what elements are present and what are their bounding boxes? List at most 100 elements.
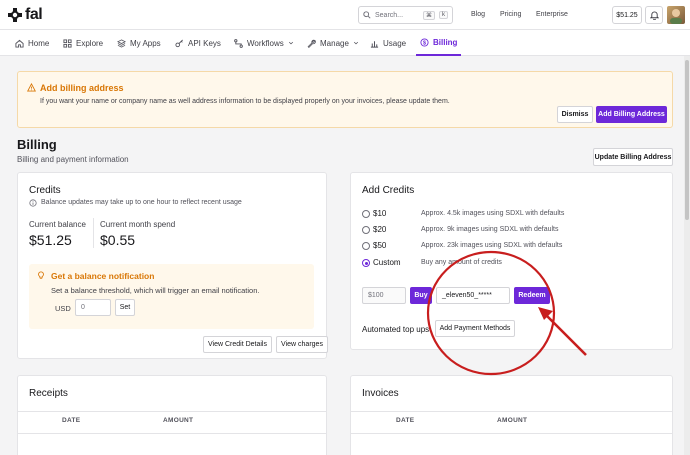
dollar-icon: $ [420,37,429,47]
option-description: Buy any amount of credits [421,259,502,266]
invoices-date-header: DATE [396,417,415,424]
set-threshold-button[interactable]: Set [115,299,135,316]
search-input[interactable]: Search... ⌘ k [358,6,453,24]
tab-home[interactable]: Home [15,30,49,56]
option-label: $50 [373,241,387,250]
tab-label: Billing [433,37,458,47]
billing-address-alert: Add billing address If you want your nam… [17,71,673,128]
month-spend-value: $0.55 [100,232,136,248]
tab-my-apps[interactable]: My Apps [117,30,161,56]
blog-link[interactable]: Blog [471,11,485,18]
alert-text: If you want your name or company name as… [40,98,450,105]
option-description: Approx. 23k images using SDXL with defau… [421,242,563,249]
main-nav: Home Explore My Apps API Keys Workflows … [0,30,690,56]
tab-usage[interactable]: Usage [370,30,406,56]
option-description: Approx. 4.5k images using SDXL with defa… [421,210,565,217]
view-charges-button[interactable]: View charges [276,336,328,353]
tab-explore[interactable]: Explore [63,30,103,56]
custom-amount-input[interactable]: $100 [362,287,406,304]
scrollbar[interactable] [684,56,690,455]
auto-topup-label: Automated top ups [362,325,430,334]
lightbulb-icon [38,271,44,279]
add-payment-methods-button[interactable]: Add Payment Methods [435,320,515,337]
kbd-k: k [439,11,448,19]
grid-icon [63,38,72,48]
notify-title: Get a balance notification [51,271,155,281]
invoices-card [350,375,673,455]
tab-label: Explore [76,38,104,48]
tab-workflows[interactable]: Workflows [234,30,294,56]
tab-label: Manage [320,38,349,48]
page-subtitle: Billing and payment information [17,155,129,164]
chevron-down-icon [353,41,358,45]
notify-text: Set a balance threshold, which will trig… [51,286,260,295]
currency-label: USD [55,304,71,313]
search-icon [363,11,371,19]
radio-button[interactable] [362,242,370,250]
logo[interactable]: fal [8,6,43,24]
credits-note: Balance updates may take up to one hour … [41,199,242,206]
redeem-button[interactable]: Redeem [514,287,550,304]
tab-billing[interactable]: $ Billing [416,30,462,56]
tab-manage[interactable]: Manage [307,30,359,56]
tab-label: Workflows [247,38,284,48]
notifications-button[interactable] [645,6,663,24]
add-billing-address-button[interactable]: Add Billing Address [596,106,667,123]
alert-title: Add billing address [40,83,124,93]
key-icon [175,39,183,47]
option-label: $20 [373,225,387,234]
credits-title: Credits [29,185,61,196]
tab-label: Home [28,38,50,48]
scrollbar-thumb[interactable] [685,60,689,220]
tab-api-keys[interactable]: API Keys [175,30,221,56]
page-title: Billing [17,137,57,152]
enterprise-link[interactable]: Enterprise [536,11,568,18]
tab-label: Usage [383,38,407,48]
radio-button[interactable] [362,210,370,218]
workflow-icon [234,38,243,48]
view-credit-details-button[interactable]: View Credit Details [203,336,272,353]
buy-button[interactable]: Buy [410,287,432,304]
info-icon [29,199,37,207]
logo-text: fal [25,6,43,23]
radio-button[interactable] [362,259,370,267]
dismiss-button[interactable]: Dismiss [557,106,593,123]
avatar[interactable] [667,6,685,24]
credit-option-50[interactable]: $50 Approx. 23k images using SDXL with d… [362,241,562,250]
pricing-link[interactable]: Pricing [500,11,521,18]
search-placeholder: Search... [375,11,404,19]
fal-logo-icon [8,8,22,22]
balance-badge[interactable]: $51.25 [612,6,642,24]
radio-button[interactable] [362,226,370,234]
month-spend-label: Current month spend [100,220,176,229]
divider [350,411,673,412]
home-icon [15,39,24,48]
bell-icon [649,10,659,20]
warning-icon [27,83,36,92]
layers-icon [117,38,126,48]
invoices-amount-header: AMOUNT [497,417,528,424]
receipts-card [17,375,327,455]
divider [17,411,327,412]
receipts-amount-header: AMOUNT [163,417,194,424]
threshold-input[interactable]: 0 [75,299,111,316]
option-label: Custom [373,258,401,267]
svg-text:$: $ [423,40,426,46]
current-balance-value: $51.25 [29,232,72,248]
receipts-title: Receipts [29,388,68,399]
divider [350,433,673,434]
coupon-code-input[interactable]: _eleven50_***** [436,287,510,304]
update-billing-address-button[interactable]: Update Billing Address [593,148,673,166]
divider [93,218,94,248]
option-label: $10 [373,209,387,218]
tab-label: My Apps [130,38,161,48]
top-bar: fal Search... ⌘ k Blog Pricing Enterpris… [0,0,690,30]
chart-icon [370,40,379,48]
wrench-icon [307,39,316,48]
divider [17,433,327,434]
credit-option-10[interactable]: $10 Approx. 4.5k images using SDXL with … [362,209,564,218]
current-balance-label: Current balance [29,220,86,229]
chevron-down-icon [288,41,293,45]
credit-option-20[interactable]: $20 Approx. 9k images using SDXL with de… [362,225,558,234]
credit-option-custom[interactable]: Custom Buy any amount of credits [362,258,502,267]
